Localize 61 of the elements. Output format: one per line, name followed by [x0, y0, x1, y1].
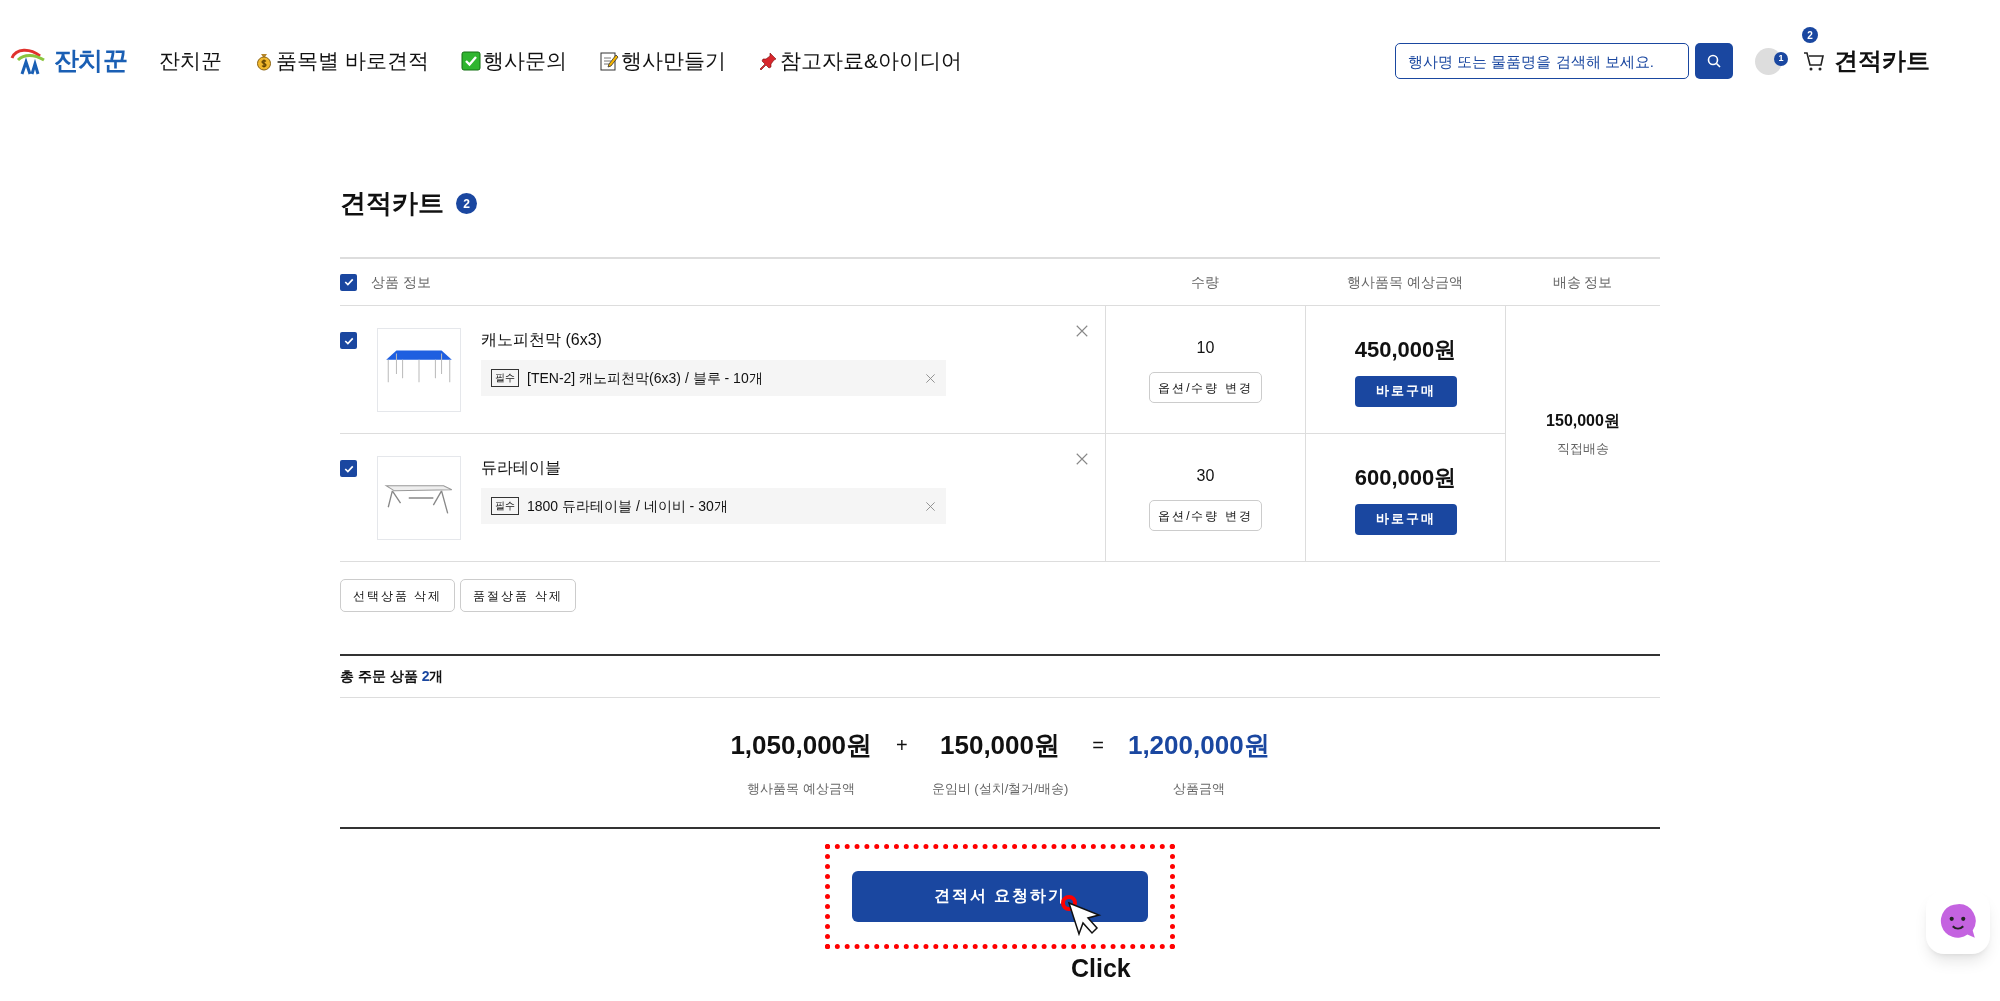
product-name: 듀라테이블 — [481, 458, 561, 478]
checkbox[interactable] — [340, 332, 357, 349]
delete-button[interactable]: 품절상품 삭제 — [460, 579, 576, 612]
delivery-method: 직접배송 — [1557, 439, 1609, 458]
nav-link[interactable]: 행사만들기 — [598, 45, 726, 77]
close-icon[interactable] — [925, 372, 936, 384]
nav-link[interactable]: 잔치꾼 — [159, 45, 223, 77]
checkbox[interactable] — [340, 460, 357, 477]
quantity-value: 10 — [1196, 338, 1215, 358]
operator-sign: + — [896, 733, 908, 758]
close-icon[interactable] — [1075, 324, 1089, 338]
summary-caption: 행사품목 예상금액 — [747, 780, 856, 798]
order-count: 총 주문 상품 2개 — [340, 667, 444, 686]
summary-amount: 1,050,000원 — [730, 729, 873, 762]
summary-amount: 1,200,000원 — [1127, 729, 1270, 762]
option-change-button[interactable]: 옵션/수량 변경 — [1149, 372, 1262, 403]
summary-caption: 운임비 (설치/철거/배송) — [931, 780, 1069, 798]
count-badge: 2 — [456, 193, 477, 214]
cart-link[interactable]: 견적카트 — [1834, 43, 1930, 79]
chat-button[interactable] — [1926, 890, 1990, 954]
click-label: Click — [1071, 952, 1131, 984]
buy-now-button[interactable]: 바로구매 — [1354, 375, 1457, 407]
site-logo[interactable]: 잔치꾼 — [10, 42, 128, 80]
option-text: [TEN-2] 캐노피천막(6x3) / 블루 - 10개 — [527, 368, 764, 388]
close-icon[interactable] — [1075, 452, 1089, 466]
item-price: 450,000원 — [1354, 335, 1457, 364]
column-header: 배송 정보 — [1505, 259, 1660, 306]
check-icon — [342, 276, 355, 288]
column-header: 행사품목 예상금액 — [1305, 259, 1505, 306]
nav-link[interactable]: 품목별 바로견적 — [254, 45, 429, 77]
operator-sign: = — [1092, 733, 1104, 758]
checkbox[interactable] — [340, 273, 357, 291]
required-tag: 필수 — [491, 497, 519, 515]
option-text: 1800 듀라테이블 / 네이비 - 30개 — [527, 496, 729, 516]
required-tag: 필수 — [491, 369, 519, 387]
nav-link[interactable]: 참고자료&아이디어 — [757, 45, 962, 77]
column-header: 상품 정보 — [371, 272, 431, 292]
cart-badge: 2 — [1802, 27, 1818, 43]
quantity-value: 30 — [1196, 466, 1215, 486]
summary-caption: 상품금액 — [1172, 780, 1225, 798]
pushpin-icon — [757, 51, 778, 71]
buy-now-button[interactable]: 바로구매 — [1354, 503, 1457, 535]
memo-icon — [598, 51, 619, 71]
summary-amount: 150,000원 — [940, 729, 1060, 762]
option-change-button[interactable]: 옵션/수량 변경 — [1149, 500, 1262, 531]
close-icon[interactable] — [925, 500, 936, 512]
delivery-fee: 150,000원 — [1546, 410, 1620, 431]
item-price: 600,000원 — [1354, 463, 1457, 492]
page-title: 견적카트 — [340, 187, 444, 220]
checkmark-icon — [460, 51, 481, 71]
product-name: 캐노피천막 (6x3) — [481, 330, 602, 350]
search-field[interactable]: 행사명 또는 물품명을 검색해 보세요. — [1395, 43, 1689, 79]
user-avatar[interactable] — [1755, 47, 1782, 75]
search-icon — [1706, 53, 1722, 69]
cart-icon[interactable] — [1802, 49, 1826, 73]
delete-button[interactable]: 선택상품 삭제 — [340, 579, 456, 612]
quote-request-button[interactable]: 견적서 요청하기 — [852, 870, 1148, 922]
notification-badge: 1 — [1774, 52, 1788, 66]
search-button[interactable] — [1695, 43, 1733, 79]
column-header: 수량 — [1105, 259, 1305, 306]
nav-link[interactable]: 행사문의 — [460, 45, 567, 77]
